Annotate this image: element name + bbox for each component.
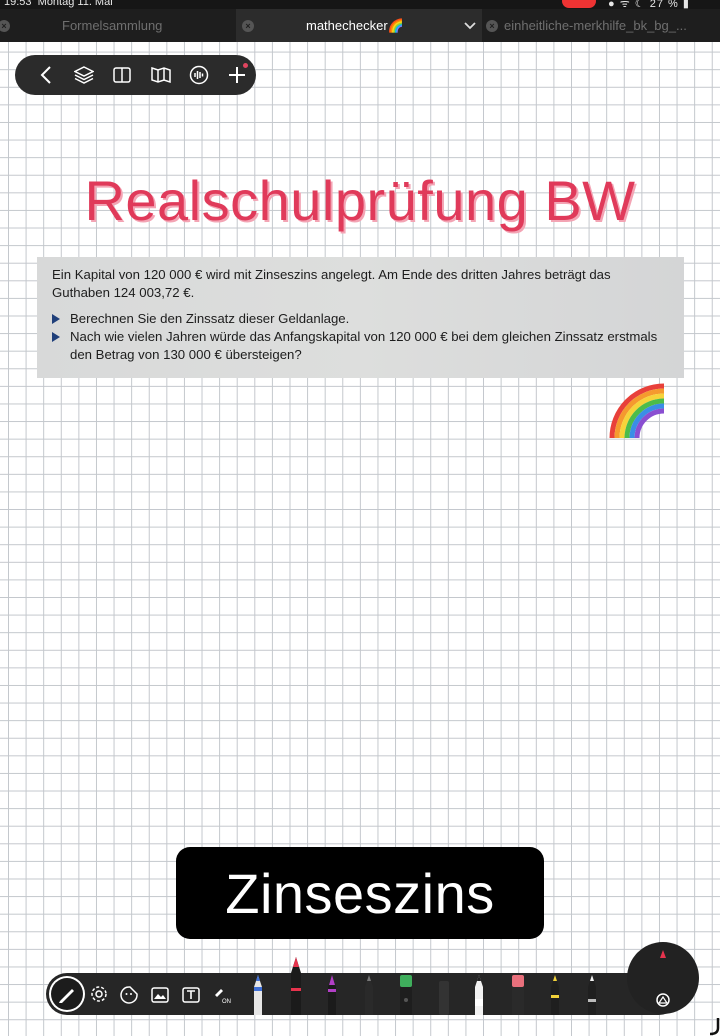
chevron-down-icon[interactable]	[464, 19, 476, 33]
image-icon	[151, 987, 169, 1003]
highlighter-green[interactable]	[398, 973, 414, 1015]
close-icon[interactable]: ×	[486, 19, 498, 32]
highlighter-pink[interactable]	[510, 973, 526, 1015]
sticker-icon	[120, 986, 138, 1004]
tab-label: einheitliche-merkhilfe_bk_bg_...	[504, 18, 687, 33]
handwriting-to-text-icon: ON	[215, 989, 231, 1005]
sticker-button[interactable]	[118, 984, 140, 1006]
pen-tool-button[interactable]	[49, 976, 85, 1012]
pen-tool-icon	[59, 989, 74, 1003]
image-button[interactable]	[149, 984, 171, 1006]
floating-tool-button[interactable]	[627, 942, 699, 1014]
add-page-icon	[228, 67, 245, 83]
tab-mathechecker[interactable]: × mathechecker🌈	[236, 9, 482, 42]
tab-label: Formelsammlung	[62, 18, 163, 33]
back-button[interactable]	[27, 55, 65, 95]
text-button[interactable]	[180, 984, 202, 1006]
book-view-button[interactable]	[142, 55, 180, 95]
screen-recording-indicator	[562, 0, 596, 8]
marker-pen-blue[interactable]	[251, 973, 265, 1015]
split-view-button[interactable]	[103, 55, 141, 95]
drawing-toolbar: ON	[46, 957, 680, 1015]
fountain-pen-red[interactable]	[289, 955, 303, 1015]
book-icon	[150, 66, 171, 84]
video-caption: Zinseszins	[176, 847, 544, 939]
split-view-icon	[113, 67, 132, 83]
page-title: Realschulprüfung BW	[84, 169, 636, 232]
tab-bar: × Formelsammlung × mathechecker🌈 × einhe…	[0, 9, 720, 42]
eraser[interactable]	[437, 979, 451, 1015]
brush-pen-purple[interactable]	[325, 973, 339, 1015]
layers-icon	[74, 66, 95, 84]
battery-label: 27 %	[649, 0, 679, 9]
task-bullet: Nach wie vielen Jahren würde das Anfangs…	[52, 328, 670, 364]
status-icons: ● ᯤ ☾ 27 % ▮	[608, 0, 690, 9]
lasso-button[interactable]	[88, 984, 110, 1006]
tab-formelsammlung[interactable]: × Formelsammlung	[0, 9, 236, 42]
task-image[interactable]: Ein Kapital von 120 000 € wird mit Zinse…	[37, 257, 684, 378]
rainbow-sticker[interactable]	[608, 380, 668, 445]
task-bullets: Berechnen Sie den Zinssatz dieser Geldan…	[52, 310, 670, 364]
task-bullet: Berechnen Sie den Zinssatz dieser Geldan…	[52, 310, 670, 328]
status-time: 19:53 Montag 11. Mai	[4, 0, 113, 8]
close-icon[interactable]: ×	[0, 19, 10, 32]
audio-icon	[189, 65, 209, 85]
add-page-button[interactable]	[218, 55, 256, 95]
pen-white-2[interactable]	[585, 973, 599, 1015]
layers-button[interactable]	[65, 55, 103, 95]
pencil-gray[interactable]	[362, 973, 376, 1015]
pen-white[interactable]	[472, 973, 486, 1015]
lasso-icon	[91, 986, 107, 1002]
shapes-icon	[656, 950, 670, 1007]
status-bar: 19:53 Montag 11. Mai ● ᯤ ☾ 27 % ▮	[0, 0, 720, 9]
pen-yellow[interactable]	[548, 973, 562, 1015]
audio-recording-button[interactable]	[180, 55, 218, 95]
text-icon	[182, 987, 200, 1003]
back-chevron-icon	[40, 66, 51, 84]
svg-text:ON: ON	[222, 999, 231, 1005]
task-intro: Ein Kapital von 120 000 € wird mit Zinse…	[52, 267, 611, 300]
document-toolbar	[15, 55, 256, 95]
resize-corner-icon	[709, 1018, 720, 1036]
handwriting-to-text-button[interactable]: ON	[212, 984, 234, 1006]
tab-label: mathechecker🌈	[306, 17, 404, 33]
tab-merkhilfe[interactable]: × einheitliche-merkhilfe_bk_bg_...	[482, 9, 720, 42]
notification-dot	[243, 63, 249, 68]
close-icon[interactable]: ×	[242, 19, 254, 32]
